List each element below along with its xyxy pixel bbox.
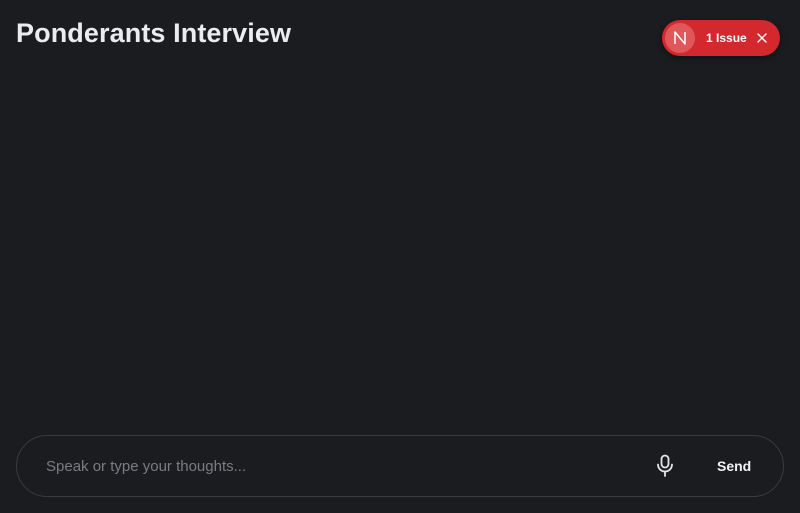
issues-count-label[interactable]: 1 Issue	[706, 31, 747, 45]
close-icon[interactable]	[756, 32, 768, 44]
dev-issues-indicator[interactable]: 1 Issue	[662, 20, 780, 56]
interview-page: Ponderants Interview 1 Issue Send	[0, 0, 800, 513]
microphone-button[interactable]	[653, 453, 677, 479]
message-input[interactable]	[46, 454, 626, 478]
page-title: Ponderants Interview	[16, 18, 292, 48]
nextjs-logo-icon[interactable]	[665, 23, 695, 53]
send-button[interactable]: Send	[707, 454, 761, 478]
microphone-icon	[657, 454, 673, 477]
message-composer: Send	[16, 435, 784, 497]
